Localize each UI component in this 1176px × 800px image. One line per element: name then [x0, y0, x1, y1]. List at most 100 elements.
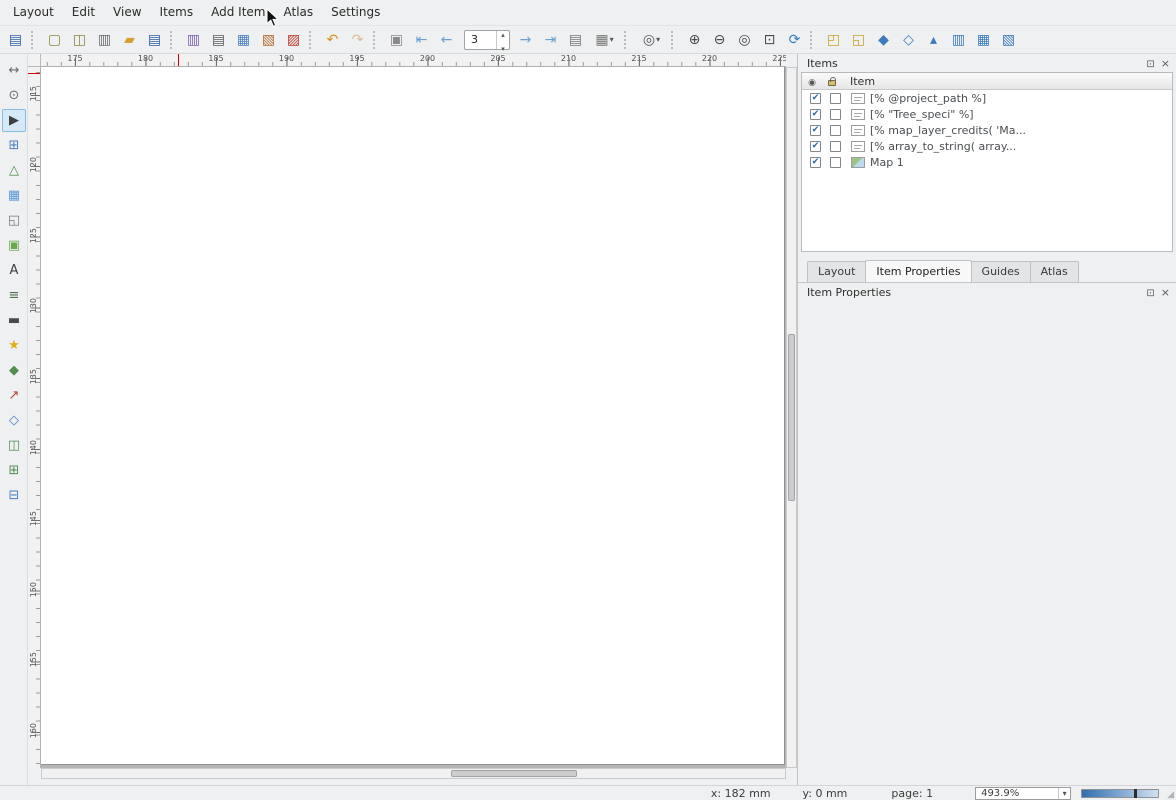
spin-up-icon[interactable] — [501, 26, 505, 40]
menu-items[interactable]: Items — [151, 0, 203, 25]
add-arrow-tool[interactable]: ↗ — [2, 384, 26, 407]
items-tree-row[interactable]: Map 1 — [802, 154, 1172, 170]
tab-guides[interactable]: Guides — [971, 261, 1031, 282]
print-atlas-button[interactable]: ▤ — [564, 28, 587, 51]
item-visibility-checkbox[interactable] — [810, 125, 821, 136]
atlas-page-spinbox[interactable]: 3 — [464, 30, 510, 50]
spinner-arrows-icon[interactable] — [496, 31, 509, 49]
unlock-items-button[interactable]: ◇ — [897, 28, 920, 51]
chevron-down-icon[interactable] — [1058, 788, 1070, 799]
zoom-in-button[interactable]: ⊕ — [683, 28, 706, 51]
tab-item-properties[interactable]: Item Properties — [865, 260, 971, 282]
move-item-content-tool[interactable]: ⊞ — [2, 134, 26, 157]
save-as-template-button[interactable]: ▤ — [143, 28, 166, 51]
zoom-level-combo[interactable]: 493.9% — [975, 787, 1071, 800]
items-tree[interactable]: Item [% @project_path %] [% "Tree_speci"… — [801, 72, 1173, 252]
load-from-template-button[interactable]: ▥ — [182, 28, 205, 51]
distribute-items-button[interactable]: ▦ — [972, 28, 995, 51]
export-image-button[interactable]: ▦ — [232, 28, 255, 51]
item-visibility-checkbox[interactable] — [810, 109, 821, 120]
zoom-actual-size-button[interactable]: ⊡ — [758, 28, 781, 51]
atlas-last-feature-button[interactable]: ⇥ — [539, 28, 562, 51]
menu-view[interactable]: View — [104, 0, 150, 25]
add-scalebar-tool[interactable]: ▬ — [2, 309, 26, 332]
align-items-button[interactable]: ▥ — [947, 28, 970, 51]
add-north-arrow-tool[interactable]: ★ — [2, 334, 26, 357]
select-move-item-tool[interactable]: ▶ — [2, 109, 26, 132]
menu-atlas[interactable]: Atlas — [274, 0, 322, 25]
menu-edit[interactable]: Edit — [63, 0, 104, 25]
redo-button[interactable]: ↷ — [346, 28, 369, 51]
item-visibility-checkbox[interactable] — [810, 141, 821, 152]
export-svg-button[interactable]: ▧ — [257, 28, 280, 51]
item-lock-checkbox[interactable] — [830, 141, 841, 152]
new-layout-button[interactable]: ▢ — [43, 28, 66, 51]
add-shape-tool[interactable]: ◆ — [2, 359, 26, 382]
edit-nodes-item-tool[interactable]: △ — [2, 159, 26, 182]
duplicate-layout-button[interactable]: ◫ — [68, 28, 91, 51]
refresh-view-button[interactable]: ⟳ — [783, 28, 806, 51]
add-map-tool[interactable]: ▦ — [2, 184, 26, 207]
save-project-button[interactable]: ▤ — [4, 28, 27, 51]
item-lock-checkbox[interactable] — [830, 125, 841, 136]
menu-add-item[interactable]: Add Item — [202, 0, 274, 25]
lock-items-button[interactable]: ◆ — [872, 28, 895, 51]
float-panel-icon[interactable] — [1146, 57, 1154, 70]
tab-atlas[interactable]: Atlas — [1030, 261, 1079, 282]
export-atlas-button[interactable]: ▦ — [589, 28, 620, 51]
add-3d-map-tool[interactable]: ◱ — [2, 209, 26, 232]
items-tree-row[interactable]: [% array_to_string( array... — [802, 138, 1172, 154]
close-panel-icon[interactable] — [1161, 286, 1170, 299]
spin-down-icon[interactable] — [501, 40, 505, 54]
add-attribute-table-tool[interactable]: ⊞ — [2, 459, 26, 482]
vertical-scrollbar-thumb[interactable] — [788, 334, 795, 502]
open-template-button[interactable]: ▰ — [118, 28, 141, 51]
zoom-out-button[interactable]: ⊖ — [708, 28, 731, 51]
ungroup-items-button[interactable]: ◱ — [847, 28, 870, 51]
export-pdf-button[interactable]: ▨ — [282, 28, 305, 51]
undo-button[interactable]: ↶ — [321, 28, 344, 51]
raise-items-button[interactable]: ▴ — [922, 28, 945, 51]
zoom-full-button[interactable]: ◎ — [733, 28, 756, 51]
add-picture-tool[interactable]: ▣ — [2, 234, 26, 257]
atlas-first-feature-button[interactable]: ⇤ — [410, 28, 433, 51]
resize-items-button[interactable]: ▧ — [997, 28, 1020, 51]
item-visibility-checkbox[interactable] — [810, 93, 821, 104]
atlas-next-feature-button[interactable]: → — [514, 28, 537, 51]
atlas-previous-feature-button[interactable]: ← — [435, 28, 458, 51]
items-tree-row[interactable]: [% "Tree_speci" %] — [802, 106, 1172, 122]
float-panel-icon[interactable] — [1146, 286, 1154, 299]
zoom-slider[interactable] — [1081, 789, 1159, 798]
horizontal-scrollbar[interactable] — [41, 768, 786, 779]
menu-settings[interactable]: Settings — [322, 0, 389, 25]
add-node-item-tool[interactable]: ◇ — [2, 409, 26, 432]
items-tree-row[interactable]: [% map_layer_credits( 'Ma... — [802, 122, 1172, 138]
zoom-tool[interactable]: ⊙ — [2, 84, 26, 107]
layout-canvas[interactable] — [41, 67, 786, 768]
items-panel-header: Items — [798, 54, 1176, 72]
pan-tool[interactable]: ↔ — [2, 59, 26, 82]
items-tree-row[interactable]: [% @project_path %] — [802, 90, 1172, 106]
zoom-slider-handle[interactable] — [1134, 789, 1137, 798]
item-visibility-checkbox[interactable] — [810, 157, 821, 168]
item-lock-checkbox[interactable] — [830, 109, 841, 120]
add-label-tool[interactable]: A — [2, 259, 26, 282]
zoom-to-extent-button[interactable]: ◎ — [636, 28, 667, 51]
menu-layout[interactable]: Layout — [4, 0, 63, 25]
vertical-scrollbar[interactable] — [786, 67, 797, 768]
group-items-button[interactable]: ◰ — [822, 28, 845, 51]
zoom-level-value: 493.9% — [981, 788, 1058, 799]
tab-layout[interactable]: Layout — [807, 261, 866, 282]
close-panel-icon[interactable] — [1161, 57, 1170, 70]
add-html-tool[interactable]: ◫ — [2, 434, 26, 457]
add-legend-tool[interactable]: ≡ — [2, 284, 26, 307]
item-lock-checkbox[interactable] — [830, 157, 841, 168]
layout-page[interactable] — [41, 67, 785, 765]
item-lock-checkbox[interactable] — [830, 93, 841, 104]
layout-manager-button[interactable]: ▥ — [93, 28, 116, 51]
add-fixed-table-tool[interactable]: ⊟ — [2, 484, 26, 507]
horizontal-scrollbar-thumb[interactable] — [451, 770, 577, 777]
print-button[interactable]: ▤ — [207, 28, 230, 51]
atlas-settings-button[interactable]: ▣ — [385, 28, 408, 51]
resize-grip-icon[interactable] — [1167, 787, 1174, 800]
